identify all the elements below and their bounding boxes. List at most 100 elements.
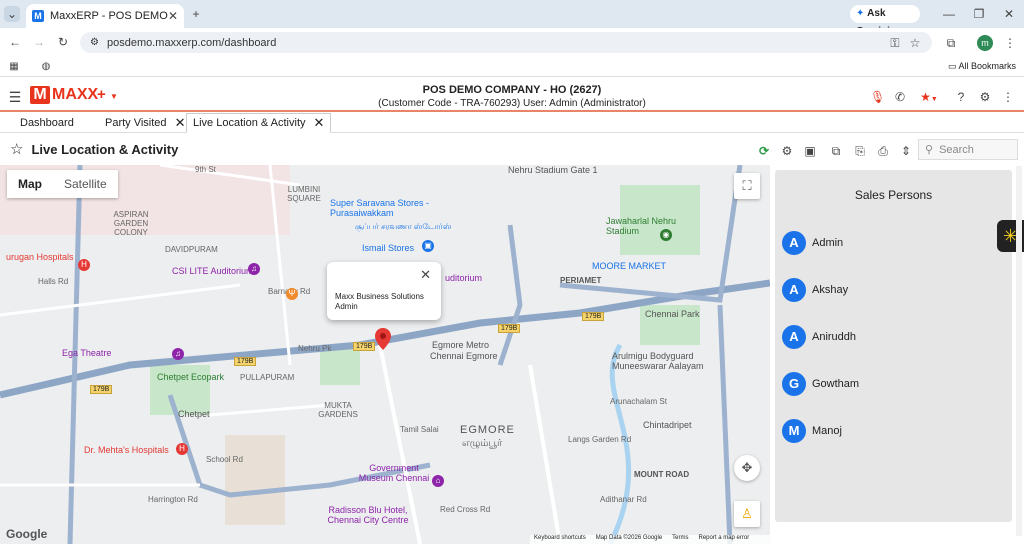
print-icon[interactable]: ⎙ [877,143,889,159]
address-bar[interactable]: ⚙ posdemo.maxxerp.com/dashboard [80,32,932,53]
map-label: 9th St [195,165,216,174]
map-poi-label: urugan Hospitals [6,252,74,262]
map-label: சூப்பர் சரவணா ஸ்டோர்ஸ் [355,222,452,231]
favorite-star-icon[interactable]: ☆ [10,140,23,158]
map-type-map-button[interactable]: Map [7,170,53,198]
reload-icon[interactable]: ↻ [56,34,70,50]
back-icon[interactable]: ← [8,34,22,50]
map-poi-label: uditorium [445,273,483,283]
add-new-button[interactable]: + ▼ [97,86,118,103]
favorites-star-icon[interactable]: ★▼ [916,89,942,108]
new-tab-button[interactable]: + [188,6,204,22]
fullscreen-icon[interactable]: ⛶ [734,173,760,199]
maxx-favicon-icon: M [32,10,44,22]
settings-icon[interactable]: ⚙ [781,143,793,159]
tab-search-button[interactable]: ⌄ [4,6,20,22]
search-input[interactable]: ⚲ Search [918,139,1018,160]
road-shield: 179B [90,385,113,394]
shop-marker-icon[interactable]: ▣ [422,240,434,252]
all-bookmarks-label: All Bookmarks [958,61,1017,71]
company-info: POS DEMO COMPANY - HO (2627) (Customer C… [300,84,724,110]
scrollbar[interactable] [1016,166,1022,536]
extensions-icon[interactable]: ⧉ [944,35,958,51]
maximize-button[interactable]: ❐ [972,6,986,22]
sort-icon[interactable]: ⇕ [900,143,912,159]
site-info-icon[interactable]: ⚙ [90,37,99,48]
map-label: Langs Garden Rd [568,435,632,444]
avatar: A [782,278,806,302]
hamburger-menu-icon[interactable]: ☰ [8,89,22,105]
keyboard-shortcuts-link[interactable]: Keyboard shortcuts [534,535,586,544]
stadium-marker-icon[interactable]: ◉ [660,229,672,241]
map-label: Adithanar Rd [600,495,647,504]
map-label: PULLAPURAM [240,373,295,382]
microphone-icon[interactable]: 🎙 [870,89,885,105]
globe-icon[interactable]: ◍ [40,59,52,75]
sales-person-item[interactable]: M Manoj [782,418,842,444]
all-bookmarks-button[interactable]: ▭ All Bookmarks [948,61,1016,72]
map-canvas[interactable]: 9th St LUMBINI SQUARE ASPIRAN GARDEN COL… [0,165,770,544]
avatar: A [782,231,806,255]
help-icon[interactable]: ? [954,89,968,105]
refresh-icon[interactable]: ⟳ [758,143,770,159]
browser-menu-icon[interactable]: ⋮ [1004,35,1016,51]
tab-live-location[interactable]: Live Location & Activity ✕ [186,113,332,133]
road-shield: 179B [234,357,257,366]
map-label: Harrington Rd [148,495,198,504]
profile-avatar[interactable]: m [977,35,993,51]
sales-person-name: Admin [812,237,844,249]
map-type-satellite-button[interactable]: Satellite [53,170,118,198]
sales-person-item[interactable]: A Akshay [782,277,848,303]
report-error-link[interactable]: Report a map error [699,535,750,544]
forward-icon[interactable]: → [32,34,46,50]
close-window-button[interactable]: ✕ [1002,6,1016,22]
map-label: Halls Rd [38,277,69,286]
terms-link[interactable]: Terms [672,535,688,544]
ask-gemini-button[interactable]: ✦ Ask Gemini [850,5,920,37]
browser-tab[interactable]: M MaxxERP - POS DEMO COMPAN ✕ [26,4,184,28]
road-shield: 179B [582,312,605,321]
close-tab-icon[interactable]: ✕ [314,113,325,133]
close-popup-icon[interactable]: ✕ [420,268,431,281]
sales-person-item[interactable]: G Gowtham [782,371,859,397]
calendar-icon[interactable]: ▣ [804,143,816,159]
hospital-marker-icon[interactable]: H [78,259,90,271]
url-text: posdemo.maxxerp.com/dashboard [106,36,277,49]
more-menu-icon[interactable]: ⋮ [1002,89,1014,105]
sales-person-item[interactable]: A Aniruddh [782,324,856,350]
password-key-icon[interactable]: ⚿ [888,35,902,51]
copy-icon[interactable]: ⧉ [830,143,842,159]
restaurant-marker-icon[interactable]: Ψ [286,288,298,300]
gemini-icon: ✦ [856,8,865,19]
map-label: Tamil Salai [400,425,439,434]
map-label: MOUNT ROAD [634,470,690,479]
map-label: Red Cross Rd [440,505,491,514]
hospital-marker-icon[interactable]: H [176,443,188,455]
museum-marker-icon[interactable]: ⌂ [432,475,444,487]
export-icon[interactable]: ⎘ [854,143,866,159]
map-poi-label: Chetpet Ecopark [157,372,225,382]
bookmark-star-icon[interactable]: ☆ [908,35,922,51]
popup-company: Maxx Business Solutions [335,292,424,301]
pegman-icon[interactable]: ♙ [734,501,760,527]
sales-person-item[interactable]: A Admin [782,230,843,256]
map-poi-label: Government Museum Chennai [358,463,430,483]
settings-gear-icon[interactable]: ⚙ [978,89,992,105]
map-poi-label: Dr. Mehta's Hospitals [84,445,169,455]
theatre-marker-icon[interactable]: ♫ [172,348,184,360]
apps-grid-icon[interactable]: ▦ [8,59,20,75]
sales-person-name: Akshay [812,284,849,296]
sales-persons-title: Sales Persons [854,188,933,202]
whatsapp-icon[interactable]: ✆ [894,89,906,105]
tab-party-visited[interactable]: Party Visited ✕ [99,113,191,133]
minimize-button[interactable]: — [942,6,956,22]
tab-dashboard[interactable]: Dashboard [14,113,80,133]
theatre-marker-icon[interactable]: ♫ [248,263,260,275]
logo-mark-icon: M [30,86,50,104]
map-label: Chetpet [178,409,210,419]
road-shield: 179B [498,324,521,333]
location-pin-icon[interactable] [375,328,391,350]
close-tab-icon[interactable]: ✕ [175,113,186,133]
map-camera-control-icon[interactable]: ✥ [734,455,760,481]
close-tab-icon[interactable]: ✕ [168,9,178,23]
